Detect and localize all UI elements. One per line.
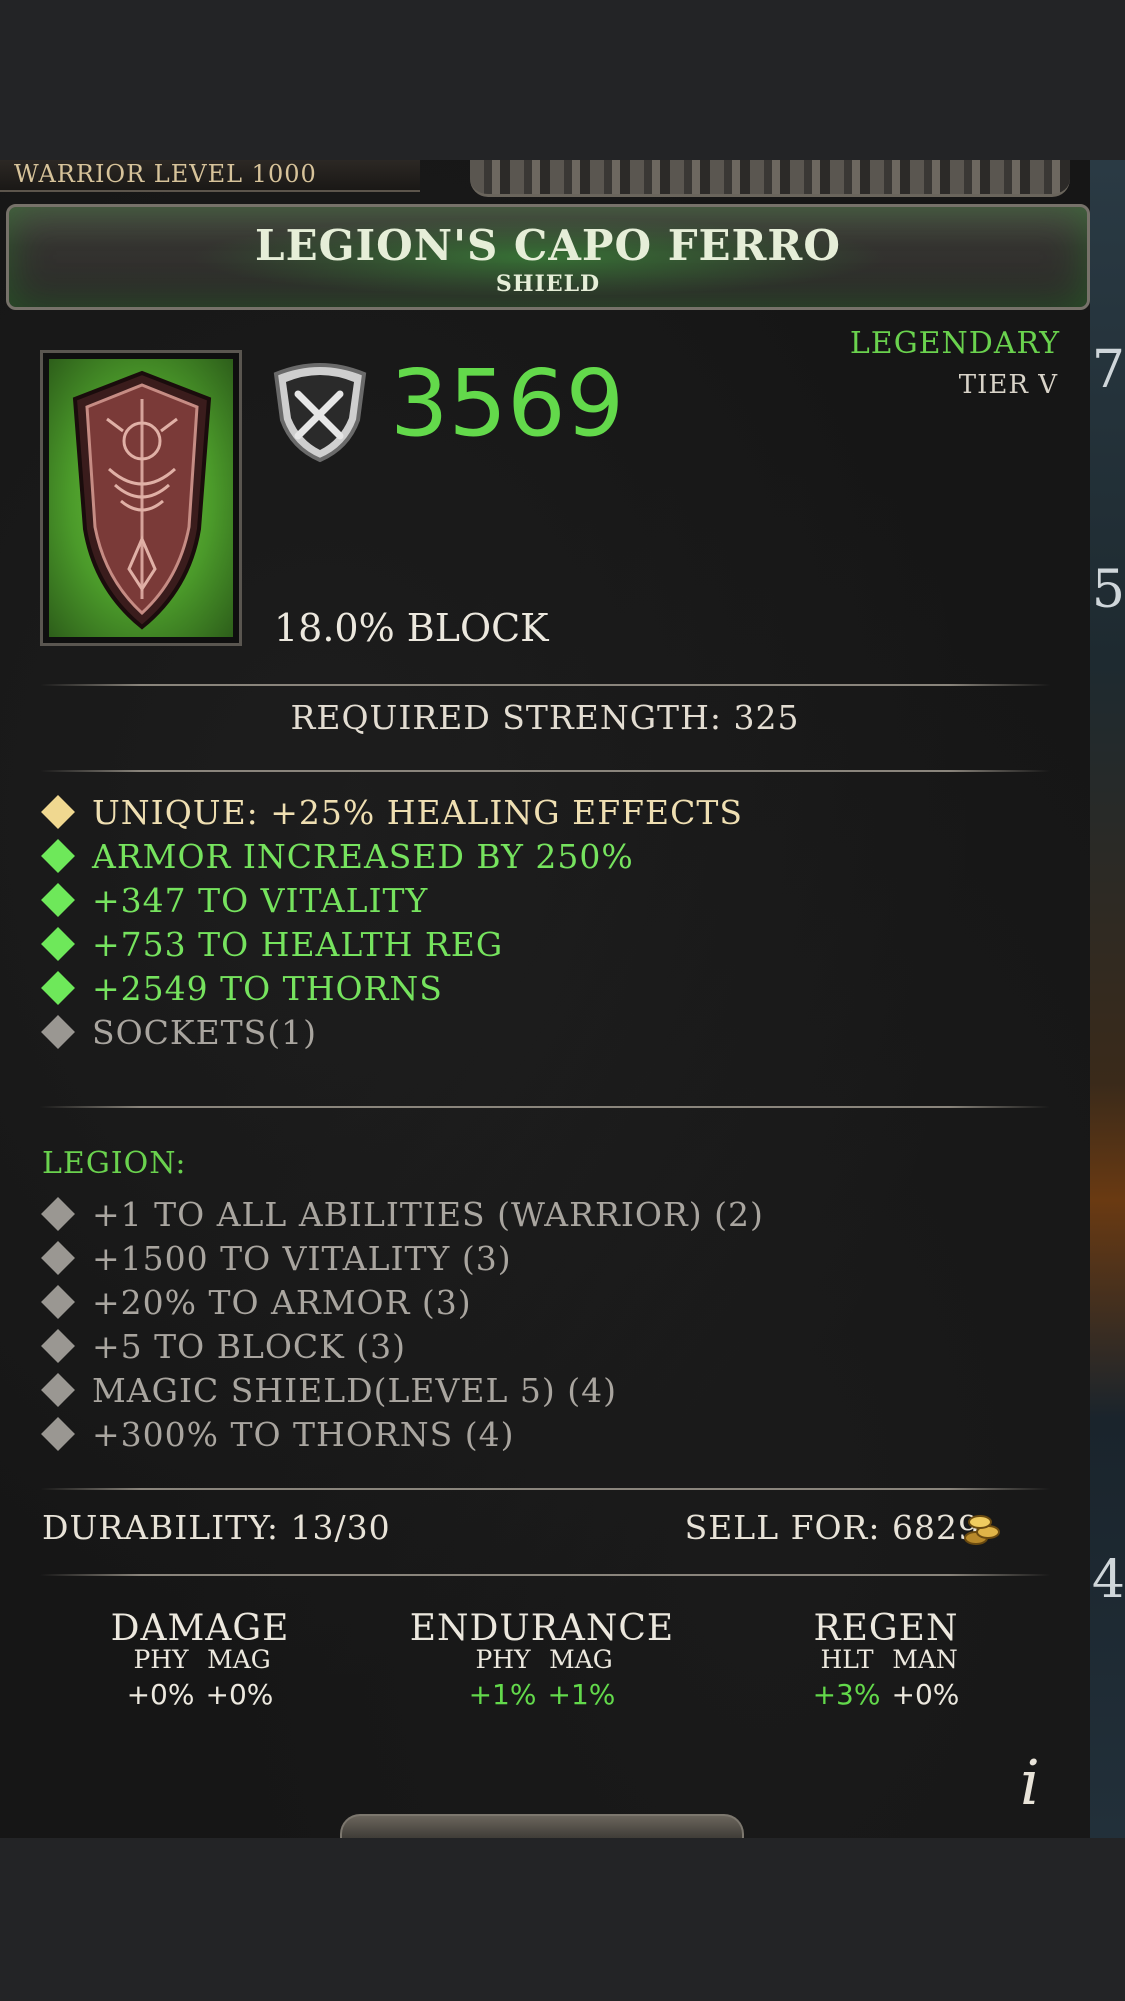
endurance-mag-label: MAG (549, 1645, 613, 1674)
set-bonus-line: +1 TO ALL ABILITIES (WARRIOR) (2) (41, 1192, 764, 1236)
set-bonus-line: MAGIC SHIELD(LEVEL 5) (4) (41, 1368, 617, 1412)
set-diamond-icon (41, 1197, 75, 1231)
affix-line: UNIQUE: +25% HEALING EFFECTS (41, 790, 743, 834)
armor-shield-icon (268, 360, 372, 464)
background-inventory-strip: 7 5 4 (1090, 160, 1125, 1838)
strip-digit: 7 (1091, 340, 1125, 400)
divider (40, 1106, 1050, 1108)
socket-diamond-icon (41, 1015, 75, 1049)
affix-text: UNIQUE: +25% HEALING EFFECTS (92, 792, 743, 832)
set-bonus-line: +20% TO ARMOR (3) (41, 1280, 472, 1324)
damage-mag-label: MAG (207, 1645, 271, 1674)
endurance-mag-value: +1% (547, 1678, 616, 1711)
set-bonus-text: +20% TO ARMOR (3) (92, 1282, 472, 1322)
affix-text: +347 TO VITALITY (92, 880, 429, 920)
affix-diamond-icon (41, 883, 75, 917)
endurance-phy-label: PHY (475, 1645, 531, 1674)
regen-man-label: MAN (892, 1645, 958, 1674)
affix-line: ARMOR INCREASED BY 250% (41, 834, 634, 878)
item-type: SHIELD (495, 271, 601, 297)
regen-stats: REGEN HLT MAN +3% +0% (736, 1608, 1036, 1711)
title-bar: LEGION'S CAPO FERRO SHIELD (6, 204, 1090, 310)
item-image-background (49, 359, 233, 637)
set-bonus-line: +5 TO BLOCK (3) (41, 1324, 407, 1368)
regen-hlt-value: +3% (812, 1678, 881, 1711)
block-chance: 18.0% BLOCK (274, 606, 549, 650)
damage-title: DAMAGE (110, 1608, 290, 1649)
affix-text: +2549 TO THORNS (92, 968, 443, 1008)
set-diamond-icon (41, 1241, 75, 1275)
item-image-frame (40, 350, 242, 646)
damage-stats: DAMAGE PHY MAG +0% +0% (50, 1608, 350, 1711)
set-diamond-icon (41, 1285, 75, 1319)
divider (40, 770, 1050, 772)
bottom-letterbox (0, 1838, 1125, 2001)
strip-digit: 5 (1091, 560, 1125, 620)
set-bonus-line: +1500 TO VITALITY (3) (41, 1236, 512, 1280)
endurance-stats: ENDURANCE PHY MAG +1% +1% (392, 1608, 692, 1711)
damage-phy-value: +0% (126, 1678, 195, 1711)
affix-diamond-icon (41, 839, 75, 873)
damage-mag-value: +0% (205, 1678, 274, 1711)
set-bonus-text: +1 TO ALL ABILITIES (WARRIOR) (2) (92, 1194, 764, 1234)
regen-man-value: +0% (891, 1678, 960, 1711)
item-name: LEGION'S CAPO FERRO (255, 221, 841, 270)
regen-hlt-label: HLT (820, 1645, 874, 1674)
divider (40, 1488, 1050, 1490)
damage-phy-label: PHY (133, 1645, 189, 1674)
endurance-title: ENDURANCE (409, 1608, 675, 1649)
set-diamond-icon (41, 1373, 75, 1407)
shield-item-icon (72, 370, 212, 630)
class-level-label: WARRIOR LEVEL 1000 (14, 160, 317, 188)
bottom-ornament (340, 1814, 744, 1838)
affix-text: SOCKETS(1) (92, 1012, 318, 1052)
top-ornament (470, 160, 1070, 197)
endurance-phy-value: +1% (468, 1678, 537, 1711)
top-letterbox (0, 0, 1125, 160)
set-bonus-text: MAGIC SHIELD(LEVEL 5) (4) (92, 1370, 617, 1410)
gold-coins-icon (962, 1510, 1002, 1550)
sell-price: SELL FOR: 6829 (684, 1508, 980, 1547)
strip-digit: 4 (1091, 1550, 1125, 1610)
tier-label: TIER V (958, 370, 1058, 400)
affix-text: ARMOR INCREASED BY 250% (92, 836, 634, 876)
affix-text: +753 TO HEALTH REG (92, 924, 504, 964)
affix-diamond-icon (41, 927, 75, 961)
set-bonus-text: +5 TO BLOCK (3) (92, 1326, 407, 1366)
divider (40, 1574, 1050, 1576)
unique-diamond-icon (41, 795, 75, 829)
set-diamond-icon (41, 1417, 75, 1451)
set-bonus-text: +300% TO THORNS (4) (92, 1414, 515, 1454)
affix-diamond-icon (41, 971, 75, 1005)
armor-value: 3569 (390, 350, 625, 457)
affix-line: +2549 TO THORNS (41, 966, 443, 1010)
rarity-label: LEGENDARY (849, 326, 1060, 361)
affix-line: SOCKETS(1) (41, 1010, 318, 1054)
regen-title: REGEN (813, 1608, 959, 1649)
info-icon[interactable]: i (1020, 1746, 1040, 1819)
durability: DURABILITY: 13/30 (42, 1508, 391, 1547)
divider (40, 684, 1050, 686)
level-tab: WARRIOR LEVEL 1000 (0, 160, 420, 192)
set-name: LEGION: (42, 1146, 187, 1181)
set-diamond-icon (41, 1329, 75, 1363)
set-bonus-text: +1500 TO VITALITY (3) (92, 1238, 512, 1278)
set-bonus-line: +300% TO THORNS (4) (41, 1412, 515, 1456)
item-tooltip: WARRIOR LEVEL 1000 LEGION'S CAPO FERRO S… (0, 160, 1090, 1838)
strength-requirement: REQUIRED STRENGTH: 325 (290, 698, 800, 737)
affix-line: +347 TO VITALITY (41, 878, 429, 922)
affix-line: +753 TO HEALTH REG (41, 922, 504, 966)
